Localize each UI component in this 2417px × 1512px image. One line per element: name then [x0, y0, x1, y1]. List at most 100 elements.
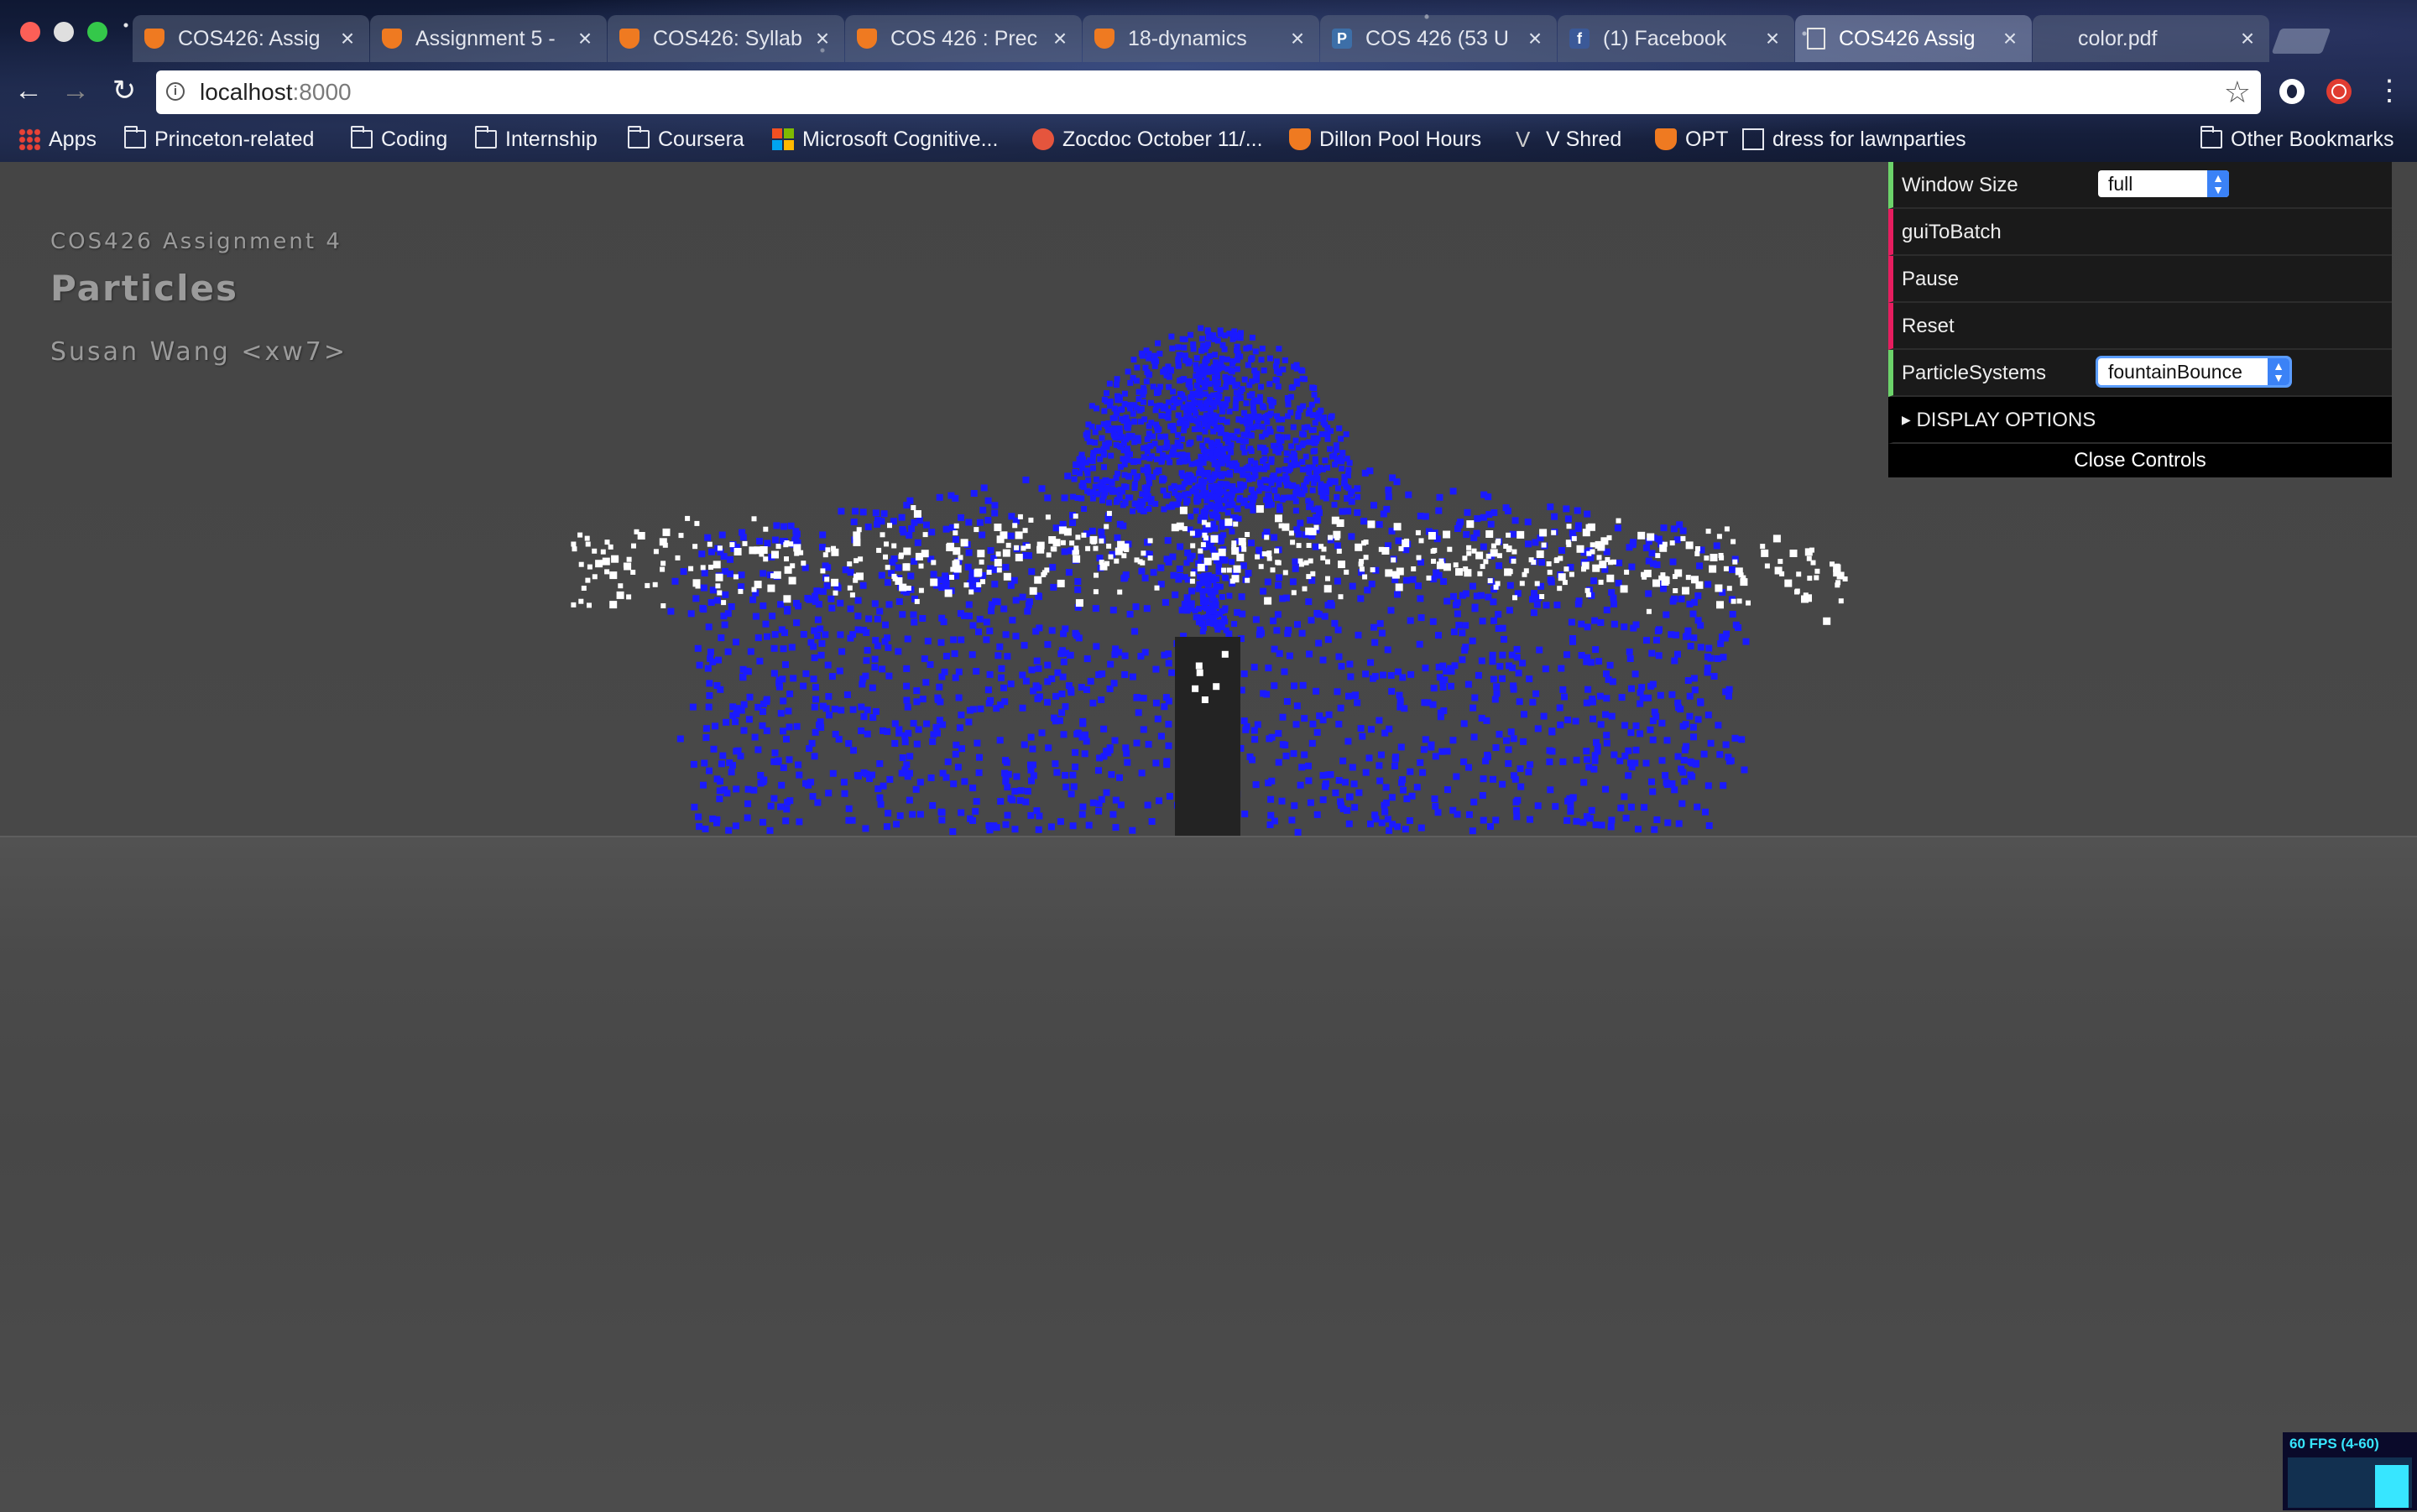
- browser-tab[interactable]: COS426 Assig ×: [1795, 15, 2032, 62]
- close-controls-button[interactable]: Close Controls: [1888, 444, 2392, 477]
- other-bookmarks[interactable]: Other Bookmarks: [2200, 123, 2394, 156]
- particle: [1229, 483, 1236, 489]
- particle: [702, 734, 710, 742]
- particle: [1506, 532, 1511, 538]
- fps-stats[interactable]: 60 FPS (4-60): [2283, 1432, 2417, 1510]
- reload-icon[interactable]: ↻: [107, 74, 141, 107]
- particle: [1060, 540, 1066, 545]
- window-maximize-button[interactable]: [87, 22, 107, 42]
- close-tab-icon[interactable]: ×: [575, 25, 595, 52]
- info-icon[interactable]: i: [166, 82, 185, 101]
- particle: [1400, 786, 1407, 794]
- browser-tab[interactable]: 18-dynamics ×: [1083, 15, 1319, 62]
- particle: [847, 605, 854, 613]
- particle: [1463, 531, 1470, 538]
- bookmark-item[interactable]: OPT: [1655, 123, 1728, 156]
- close-tab-icon[interactable]: ×: [1525, 25, 1545, 52]
- close-tab-icon[interactable]: ×: [2000, 25, 2020, 52]
- other-bookmarks-label: Other Bookmarks: [2231, 127, 2394, 151]
- browser-tab[interactable]: Assignment 5 - ×: [370, 15, 607, 62]
- bookmark-star-icon[interactable]: ☆: [2224, 74, 2251, 111]
- bookmark-item[interactable]: VV Shred: [1516, 123, 1621, 156]
- gui-to-batch-button[interactable]: guiToBatch: [1902, 221, 2002, 244]
- back-arrow-icon[interactable]: ←: [12, 74, 45, 107]
- pause-button[interactable]: Pause: [1902, 268, 1959, 291]
- reset-button[interactable]: Reset: [1902, 315, 1955, 338]
- close-tab-icon[interactable]: ×: [1287, 25, 1308, 52]
- address-bar[interactable]: i localhost:8000 ☆: [156, 70, 2261, 114]
- particle: [1396, 567, 1404, 576]
- browser-tab[interactable]: f (1) Facebook ×: [1558, 15, 1794, 62]
- particle: [1122, 744, 1130, 752]
- browser-tab[interactable]: color.pdf ×: [2033, 15, 2269, 62]
- particle: [1422, 665, 1429, 672]
- particle: [587, 602, 592, 608]
- browser-tab[interactable]: P COS 426 (53 U ×: [1320, 15, 1557, 62]
- close-tab-icon[interactable]: ×: [2237, 25, 2258, 52]
- particle: [1263, 529, 1271, 536]
- particle: [1590, 765, 1598, 773]
- particle: [1588, 659, 1595, 666]
- particle: [1297, 781, 1304, 789]
- particle: [1229, 358, 1236, 364]
- particle: [1260, 587, 1267, 595]
- particle: [1121, 461, 1128, 467]
- particle: [1462, 590, 1470, 597]
- particle: [975, 769, 983, 776]
- window-minimize-button[interactable]: [54, 22, 74, 42]
- url-text[interactable]: localhost:8000: [200, 79, 352, 106]
- particle: [1308, 739, 1316, 747]
- particle: [1282, 357, 1288, 363]
- bookmark-item[interactable]: Coding: [351, 123, 447, 156]
- bookmark-item[interactable]: Coursera: [628, 123, 744, 156]
- kebab-menu-icon[interactable]: ⋮: [2375, 74, 2404, 107]
- particle: [754, 746, 762, 753]
- particle: [1391, 763, 1398, 769]
- pause-row[interactable]: Pause: [1888, 256, 2392, 303]
- gui-to-batch-row[interactable]: guiToBatch: [1888, 209, 2392, 256]
- browser-tab[interactable]: COS 426 : Prec ×: [845, 15, 1082, 62]
- bookmark-item[interactable]: Internship: [475, 123, 598, 156]
- particle: [1165, 399, 1172, 406]
- particle: [749, 546, 757, 555]
- close-tab-icon[interactable]: ×: [1050, 25, 1070, 52]
- browser-tab[interactable]: COS426: Syllab ×: [608, 15, 844, 62]
- particle: [817, 625, 824, 633]
- particle: [1301, 425, 1308, 431]
- particle: [1431, 795, 1438, 802]
- reset-row[interactable]: Reset: [1888, 303, 2392, 350]
- window-size-select[interactable]: full ▲ ▼: [2098, 170, 2229, 197]
- particle: [1238, 593, 1245, 601]
- select-arrows-icon: ▲ ▼: [2268, 358, 2289, 385]
- bookmark-item[interactable]: Apps: [18, 123, 97, 156]
- webgl-canvas[interactable]: COS426 Assignment 4 Particles Susan Wang…: [0, 162, 2417, 1512]
- bookmark-item[interactable]: Zocdoc October 11/...: [1032, 123, 1263, 156]
- particle: [754, 703, 762, 711]
- particle: [1224, 419, 1230, 425]
- particle: [976, 519, 984, 526]
- particle: [1271, 534, 1278, 541]
- particle: [922, 532, 928, 538]
- particle-systems-select[interactable]: fountainBounce ▲ ▼: [2098, 358, 2289, 385]
- particle: [1610, 751, 1618, 759]
- bookmark-item[interactable]: Princeton-related: [124, 123, 314, 156]
- close-tab-icon[interactable]: ×: [337, 25, 358, 52]
- window-close-button[interactable]: [20, 22, 40, 42]
- display-options-folder[interactable]: ▶ DISPLAY OPTIONS: [1888, 397, 2392, 444]
- particle: [1534, 581, 1540, 587]
- adblock-extension-icon[interactable]: [2326, 79, 2352, 104]
- close-tab-icon[interactable]: ×: [1762, 25, 1783, 52]
- new-tab-button[interactable]: [2271, 29, 2331, 54]
- author-label: Susan Wang <xw7>: [50, 337, 347, 367]
- bookmark-item[interactable]: Dillon Pool Hours: [1289, 123, 1481, 156]
- particle: [952, 560, 960, 568]
- browser-tab[interactable]: COS426: Assig ×: [133, 15, 369, 62]
- particle: [1725, 753, 1732, 761]
- close-tab-icon[interactable]: ×: [812, 25, 833, 52]
- particle: [1117, 430, 1124, 436]
- extension-icon[interactable]: [2279, 79, 2305, 104]
- forward-arrow-icon[interactable]: →: [59, 74, 92, 107]
- particle: [1540, 712, 1548, 720]
- bookmark-item[interactable]: dress for lawnparties: [1742, 123, 1966, 156]
- bookmark-item[interactable]: Microsoft Cognitive...: [772, 123, 998, 156]
